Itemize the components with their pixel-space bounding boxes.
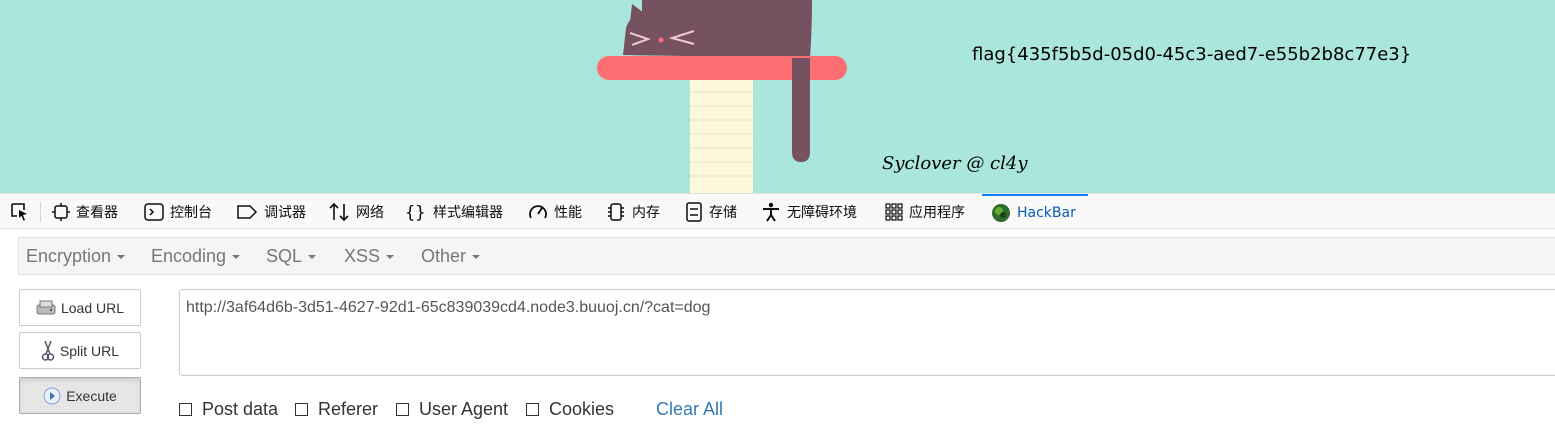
tab-inspector[interactable]: 查看器 [52,194,118,229]
inspector-icon [52,202,70,221]
user-agent-option[interactable]: User Agent [396,399,508,419]
element-picker-icon[interactable] [8,201,30,223]
tab-label: 查看器 [76,204,118,221]
tab-debugger[interactable]: 调试器 [236,194,306,229]
play-icon [43,387,61,404]
cookies-option[interactable]: Cookies [526,399,614,419]
tab-hackbar[interactable]: HackBar [982,194,1088,229]
caret-down-icon [472,255,481,260]
style-editor-icon: {} [405,203,425,222]
menu-xss[interactable]: XSS [344,246,395,267]
tab-accessibility[interactable]: 无障碍环境 [761,194,857,229]
clear-all-link[interactable]: Clear All [656,399,723,420]
post-data-checkbox[interactable] [179,402,192,416]
storage-icon [686,201,702,222]
menu-encoding[interactable]: Encoding [151,246,241,267]
toolbar-separator [40,202,41,222]
post-data-option[interactable]: Post data [179,399,278,419]
tab-label: 网络 [356,204,384,221]
tab-label: 样式编辑器 [433,204,503,221]
load-url-button[interactable]: Load URL [19,289,141,326]
referer-checkbox[interactable] [295,402,308,416]
tab-label: 内存 [632,204,660,221]
menu-sql[interactable]: SQL [266,246,317,267]
devtools-toolbar: 查看器 控制台 调试器 网络 {} 样式编辑器 性能 内存 存储 无障碍环境 应… [0,193,1555,229]
tab-style-editor[interactable]: {} 样式编辑器 [405,194,503,229]
tab-label: HackBar [1017,204,1076,221]
hackbar-panel: Encryption Encoding SQL XSS Other Load U… [0,229,1555,426]
tab-console[interactable]: 控制台 [144,194,212,229]
svg-text:{}: {} [405,203,425,222]
cat-tail [792,58,810,162]
tab-label: 存储 [709,204,737,221]
tab-label: 无障碍环境 [787,204,857,221]
tab-memory[interactable]: 内存 [606,194,660,229]
load-url-icon [36,300,56,314]
flag-text: flag{435f5b5d-05d0-45c3-aed7-e55b2b8c77e… [972,44,1412,65]
accessibility-icon [763,202,779,222]
caret-down-icon [386,255,395,260]
caret-down-icon [232,255,241,260]
memory-icon [608,202,624,221]
user-agent-checkbox[interactable] [396,402,409,416]
cookies-checkbox[interactable] [526,402,539,416]
caret-down-icon [117,255,126,260]
tab-storage[interactable]: 存储 [685,194,737,229]
debugger-icon [237,204,258,219]
execute-button[interactable]: Execute [19,377,141,414]
tab-label: 应用程序 [909,204,965,221]
application-icon [885,202,903,221]
tab-label: 控制台 [170,204,212,221]
menu-other[interactable]: Other [421,246,481,267]
caret-down-icon [308,255,317,260]
console-icon [144,202,164,221]
scissors-icon [41,340,55,361]
hackbar-menubar: Encryption Encoding SQL XSS Other [18,237,1555,275]
tab-label: 性能 [554,204,582,221]
cat-illustration [597,0,847,193]
url-textarea[interactable]: http://3af64d6b-3d51-4627-92d1-65c839039… [179,289,1555,376]
tab-label: 调试器 [264,204,306,221]
signature-text: Syclover @ cl4y [882,153,1028,174]
split-url-button[interactable]: Split URL [19,332,141,369]
tab-network[interactable]: 网络 [328,194,384,229]
referer-option[interactable]: Referer [295,399,378,419]
menu-encryption[interactable]: Encryption [26,246,126,267]
tab-application[interactable]: 应用程序 [885,194,965,229]
network-icon [329,202,349,221]
page-content: flag{435f5b5d-05d0-45c3-aed7-e55b2b8c77e… [0,0,1555,193]
hackbar-icon [992,203,1010,222]
performance-icon [529,204,547,218]
tab-performance[interactable]: 性能 [528,194,582,229]
